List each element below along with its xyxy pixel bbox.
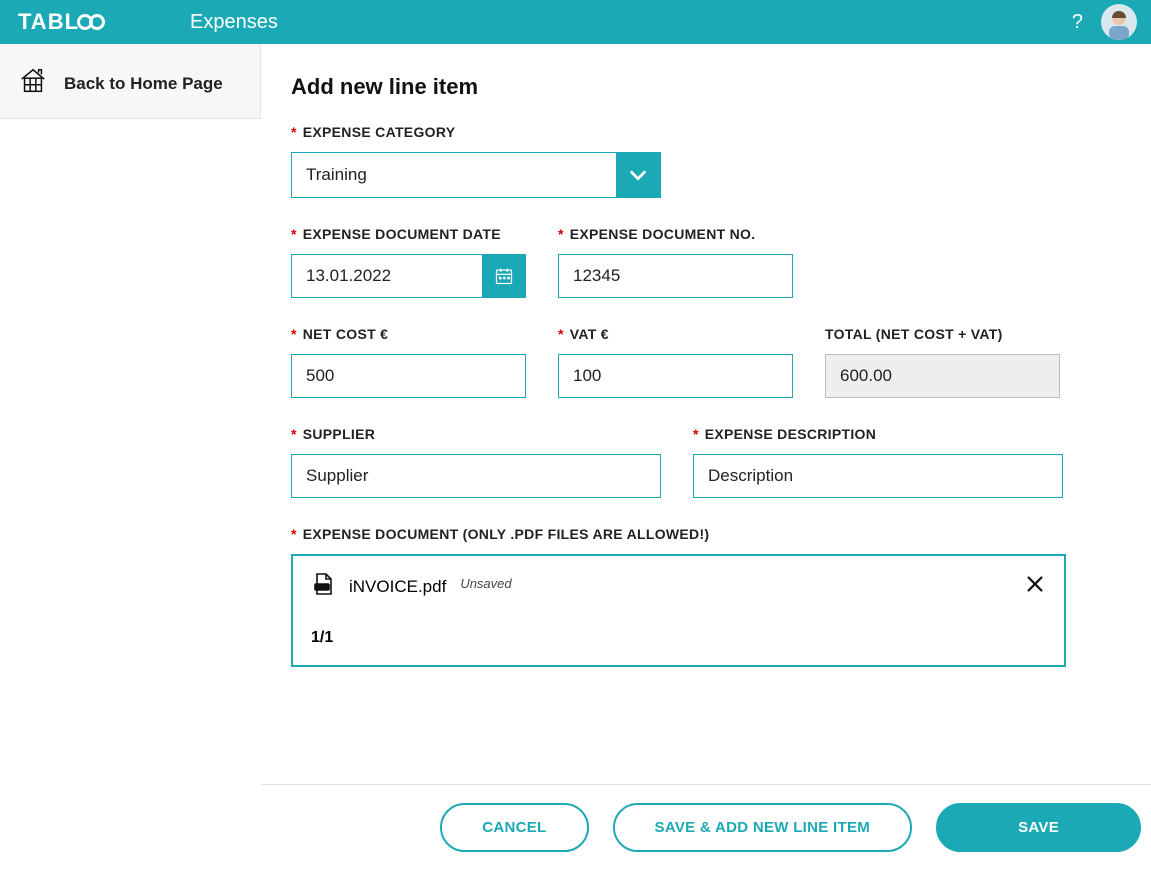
document-label: *EXPENSE DOCUMENT (ONLY .PDF FILES ARE A… [291, 526, 1121, 542]
form-title: Add new line item [291, 74, 1121, 100]
category-label: *EXPENSE CATEGORY [291, 124, 661, 140]
vat-input[interactable] [558, 354, 793, 398]
category-value: Training [292, 153, 616, 197]
chevron-down-icon[interactable] [616, 153, 660, 197]
doc-no-label: *EXPENSE DOCUMENT NO. [558, 226, 793, 242]
brand-logo-rings [81, 14, 105, 30]
doc-no-input[interactable] [558, 254, 793, 298]
doc-date-input[interactable] [291, 254, 482, 298]
home-icon [18, 66, 48, 101]
svg-text:PDF: PDF [317, 585, 326, 590]
main-content: Add new line item *EXPENSE CATEGORY Trai… [261, 44, 1151, 870]
page-title: Expenses [190, 11, 278, 34]
vat-label: *VAT € [558, 326, 793, 342]
category-select[interactable]: Training [291, 152, 661, 198]
file-name: iNVOICE.pdf [349, 577, 446, 597]
total-value: 600.00 [825, 354, 1060, 398]
document-upload-box[interactable]: PDF iNVOICE.pdf Unsaved 1/1 [291, 554, 1066, 667]
supplier-label: *SUPPLIER [291, 426, 661, 442]
avatar[interactable] [1101, 4, 1137, 40]
help-icon[interactable]: ? [1072, 11, 1083, 34]
back-to-home-label: Back to Home Page [64, 74, 223, 94]
supplier-input[interactable] [291, 454, 661, 498]
brand-logo: TABL [0, 9, 190, 35]
form-footer: CANCEL SAVE & ADD NEW LINE ITEM SAVE [261, 784, 1151, 870]
net-cost-label: *NET COST € [291, 326, 526, 342]
save-add-button[interactable]: SAVE & ADD NEW LINE ITEM [613, 803, 913, 852]
net-cost-input[interactable] [291, 354, 526, 398]
pdf-icon: PDF [311, 572, 335, 601]
app-header: TABL Expenses ? [0, 0, 1151, 44]
cancel-button[interactable]: CANCEL [440, 803, 588, 852]
doc-date-label: *EXPENSE DOCUMENT DATE [291, 226, 526, 242]
remove-file-button[interactable] [1024, 573, 1046, 600]
save-button[interactable]: SAVE [936, 803, 1141, 852]
calendar-icon[interactable] [482, 254, 526, 298]
sidebar: Back to Home Page [0, 44, 261, 119]
file-row: PDF iNVOICE.pdf Unsaved [311, 572, 1046, 601]
file-status: Unsaved [460, 576, 511, 591]
description-label: *EXPENSE DESCRIPTION [693, 426, 1063, 442]
total-label: TOTAL (NET COST + VAT) [825, 326, 1060, 342]
back-to-home-link[interactable]: Back to Home Page [0, 44, 260, 123]
description-input[interactable] [693, 454, 1063, 498]
file-counter: 1/1 [311, 629, 1046, 647]
brand-text-part: TABL [18, 9, 79, 35]
